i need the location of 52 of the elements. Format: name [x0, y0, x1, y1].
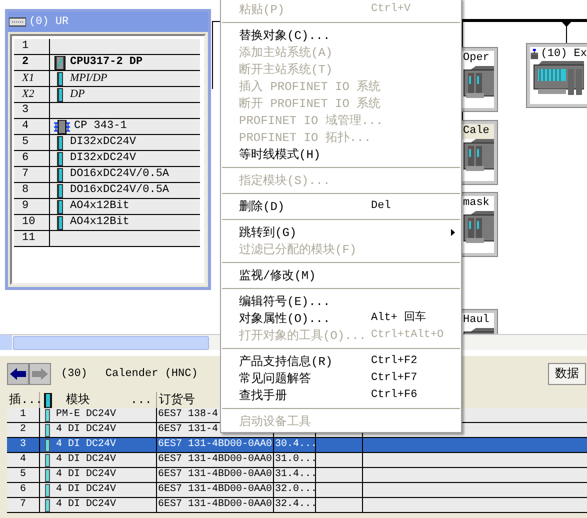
menu-item: 指定模块(S)... — [238, 172, 332, 189]
table-cell: 32.4... — [274, 498, 316, 512]
slot-number: 9 — [14, 199, 50, 214]
slot-number: 2 — [14, 55, 50, 70]
slot-number: 7 — [14, 167, 50, 182]
slot-number: 4 — [14, 119, 50, 134]
menu-item: PROFINET IO 拓扑... — [238, 130, 372, 146]
slot-number: 1 — [14, 39, 50, 54]
menu-item: 粘贴(P) Ctrl+V — [238, 2, 412, 18]
table-cell: 6ES7 131-4BD00-0AA0 — [157, 438, 274, 452]
slot-number: X2 — [14, 87, 50, 102]
menu-item: 断开主站系统(T) — [238, 62, 334, 78]
table-cell: 4 DI DC24V — [56, 468, 116, 482]
table-cell: 5 — [7, 468, 40, 482]
menu-item: 断开 PROFINET IO 系统 — [238, 96, 382, 112]
table-cell: 4 DI DC24V — [56, 453, 116, 467]
slot-number: 5 — [14, 135, 50, 150]
slot-number: X1 — [14, 71, 50, 86]
window-title: (0) UR — [29, 14, 69, 30]
table-cell: 4 DI DC24V — [56, 498, 116, 512]
table-cell: 6 — [7, 483, 40, 497]
table-cell: 30.4... — [274, 438, 316, 452]
station-label: Cale — [462, 124, 494, 139]
table-cell: 31.4... — [274, 468, 316, 482]
slot-number: 3 — [14, 103, 50, 118]
table-cell: PM-E DC24V — [56, 408, 116, 422]
table-cell: 1 — [7, 408, 40, 422]
table-cell: 4 DI DC24V — [56, 438, 116, 452]
table-cell: 4 DI DC24V — [56, 423, 116, 437]
menu-item: 打开对象的工具(O)... Ctrl+tAlt+O — [238, 328, 445, 344]
table-cell: 3 — [7, 438, 40, 452]
station-label: (10) Ex — [540, 47, 587, 61]
slot-number: 8 — [14, 183, 50, 198]
table-cell: 2 — [7, 423, 40, 437]
table-cell: 32.0... — [274, 483, 316, 497]
table-cell: 4 DI DC24V — [56, 483, 116, 497]
table-cell: 7 — [7, 498, 40, 512]
station-number: (30) — [61, 366, 88, 382]
menu-item: 插入 PROFINET IO 系统 — [238, 78, 382, 95]
table-cell: 4 — [7, 453, 40, 467]
table-cell: 6ES7 131-4BD00-0AA0 — [157, 483, 274, 497]
table-cell: 6ES7 131-4BD00-0AA0 — [157, 453, 274, 467]
station-name: Calender (HNC) — [105, 366, 198, 382]
menu-item: 过滤已分配的模块(F) — [238, 242, 358, 258]
table-cell: 6ES7 131-4BD00-0AA0 — [157, 468, 274, 482]
slot-number: 6 — [14, 151, 50, 166]
menu-item: PROFINET IO 域管理... — [238, 112, 384, 129]
slot-number: 10 — [14, 215, 50, 230]
slot-number: 11 — [14, 231, 50, 246]
menu-item: 添加主站系统(A) — [238, 44, 334, 61]
table-cell: 6ES7 131-4BD00-0AA0 — [157, 498, 274, 512]
table-cell: 31.0... — [274, 453, 316, 467]
